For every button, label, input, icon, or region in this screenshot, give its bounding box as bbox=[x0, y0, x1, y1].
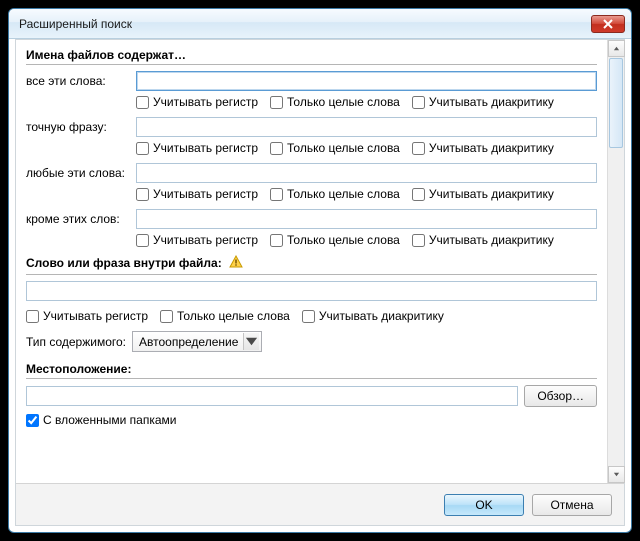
content-area: Имена файлов содержат… все эти слова: Уч… bbox=[16, 40, 607, 483]
chk-any-case[interactable]: Учитывать регистр bbox=[136, 187, 258, 201]
checks-all-words: Учитывать регистр Только целые слова Учи… bbox=[26, 95, 597, 109]
chk-inside-whole[interactable]: Только целые слова bbox=[160, 309, 290, 323]
label-all-words: все эти слова: bbox=[26, 74, 136, 88]
dialog-window: Расширенный поиск Имена файлов содержат…… bbox=[8, 8, 632, 533]
window-title: Расширенный поиск bbox=[19, 17, 591, 31]
content-type-label: Тип содержимого: bbox=[26, 335, 126, 349]
filenames-heading: Имена файлов содержат… bbox=[26, 48, 597, 65]
row-except-words: кроме этих слов: bbox=[26, 209, 597, 229]
content-type-value: Автоопределение bbox=[139, 335, 239, 349]
chevron-down-icon bbox=[244, 334, 259, 349]
label-except-words: кроме этих слов: bbox=[26, 212, 136, 226]
cancel-button[interactable]: Отмена bbox=[532, 494, 612, 516]
checks-any-words: Учитывать регистр Только целые слова Учи… bbox=[26, 187, 597, 201]
chevron-down-icon bbox=[613, 471, 620, 478]
input-exact-phrase[interactable] bbox=[136, 117, 597, 137]
chk-inside-case[interactable]: Учитывать регистр bbox=[26, 309, 148, 323]
input-any-words[interactable] bbox=[136, 163, 597, 183]
inside-file-heading: Слово или фраза внутри файла: bbox=[26, 255, 597, 275]
chk-exact-diacritics[interactable]: Учитывать диакритику bbox=[412, 141, 554, 155]
content-type-combo[interactable]: Автоопределение bbox=[132, 331, 262, 352]
label-exact-phrase: точную фразу: bbox=[26, 120, 136, 134]
location-heading: Местоположение: bbox=[26, 362, 597, 379]
checks-exact-phrase: Учитывать регистр Только целые слова Учи… bbox=[26, 141, 597, 155]
close-button[interactable] bbox=[591, 15, 625, 33]
input-all-words[interactable] bbox=[136, 71, 597, 91]
chk-except-diacritics[interactable]: Учитывать диакритику bbox=[412, 233, 554, 247]
client-area: Имена файлов содержат… все эти слова: Уч… bbox=[15, 39, 625, 526]
label-any-words: любые эти слова: bbox=[26, 166, 136, 180]
input-location[interactable] bbox=[26, 386, 518, 406]
close-icon bbox=[603, 19, 613, 29]
browse-button[interactable]: Обзор… bbox=[524, 385, 597, 407]
chk-all-case[interactable]: Учитывать регистр bbox=[136, 95, 258, 109]
warning-icon bbox=[229, 255, 243, 272]
chk-any-diacritics[interactable]: Учитывать диакритику bbox=[412, 187, 554, 201]
scroll-thumb[interactable] bbox=[609, 58, 623, 148]
checks-inside-file: Учитывать регистр Только целые слова Учи… bbox=[26, 309, 597, 323]
content-type-row: Тип содержимого: Автоопределение bbox=[26, 331, 597, 352]
location-row: Обзор… bbox=[26, 385, 597, 407]
chk-exact-case[interactable]: Учитывать регистр bbox=[136, 141, 258, 155]
row-any-words: любые эти слова: bbox=[26, 163, 597, 183]
chk-except-case[interactable]: Учитывать регистр bbox=[136, 233, 258, 247]
chk-all-diacritics[interactable]: Учитывать диакритику bbox=[412, 95, 554, 109]
row-exact-phrase: точную фразу: bbox=[26, 117, 597, 137]
scroll-up-button[interactable] bbox=[608, 40, 625, 57]
chk-inside-diacritics[interactable]: Учитывать диакритику bbox=[302, 309, 444, 323]
row-all-words: все эти слова: bbox=[26, 71, 597, 91]
chk-exact-whole[interactable]: Только целые слова bbox=[270, 141, 400, 155]
input-inside-file[interactable] bbox=[26, 281, 597, 301]
checks-except-words: Учитывать регистр Только целые слова Учи… bbox=[26, 233, 597, 247]
ok-button[interactable]: OK bbox=[444, 494, 524, 516]
chk-except-whole[interactable]: Только целые слова bbox=[270, 233, 400, 247]
chk-all-whole[interactable]: Только целые слова bbox=[270, 95, 400, 109]
titlebar[interactable]: Расширенный поиск bbox=[9, 9, 631, 39]
chk-subfolders[interactable]: С вложенными папками bbox=[26, 413, 597, 427]
dialog-footer: OK Отмена bbox=[16, 483, 624, 525]
chevron-up-icon bbox=[613, 45, 620, 52]
vertical-scrollbar[interactable] bbox=[607, 40, 624, 483]
chk-any-whole[interactable]: Только целые слова bbox=[270, 187, 400, 201]
input-except-words[interactable] bbox=[136, 209, 597, 229]
combo-drop-button[interactable] bbox=[243, 333, 259, 350]
scroll-down-button[interactable] bbox=[608, 466, 625, 483]
